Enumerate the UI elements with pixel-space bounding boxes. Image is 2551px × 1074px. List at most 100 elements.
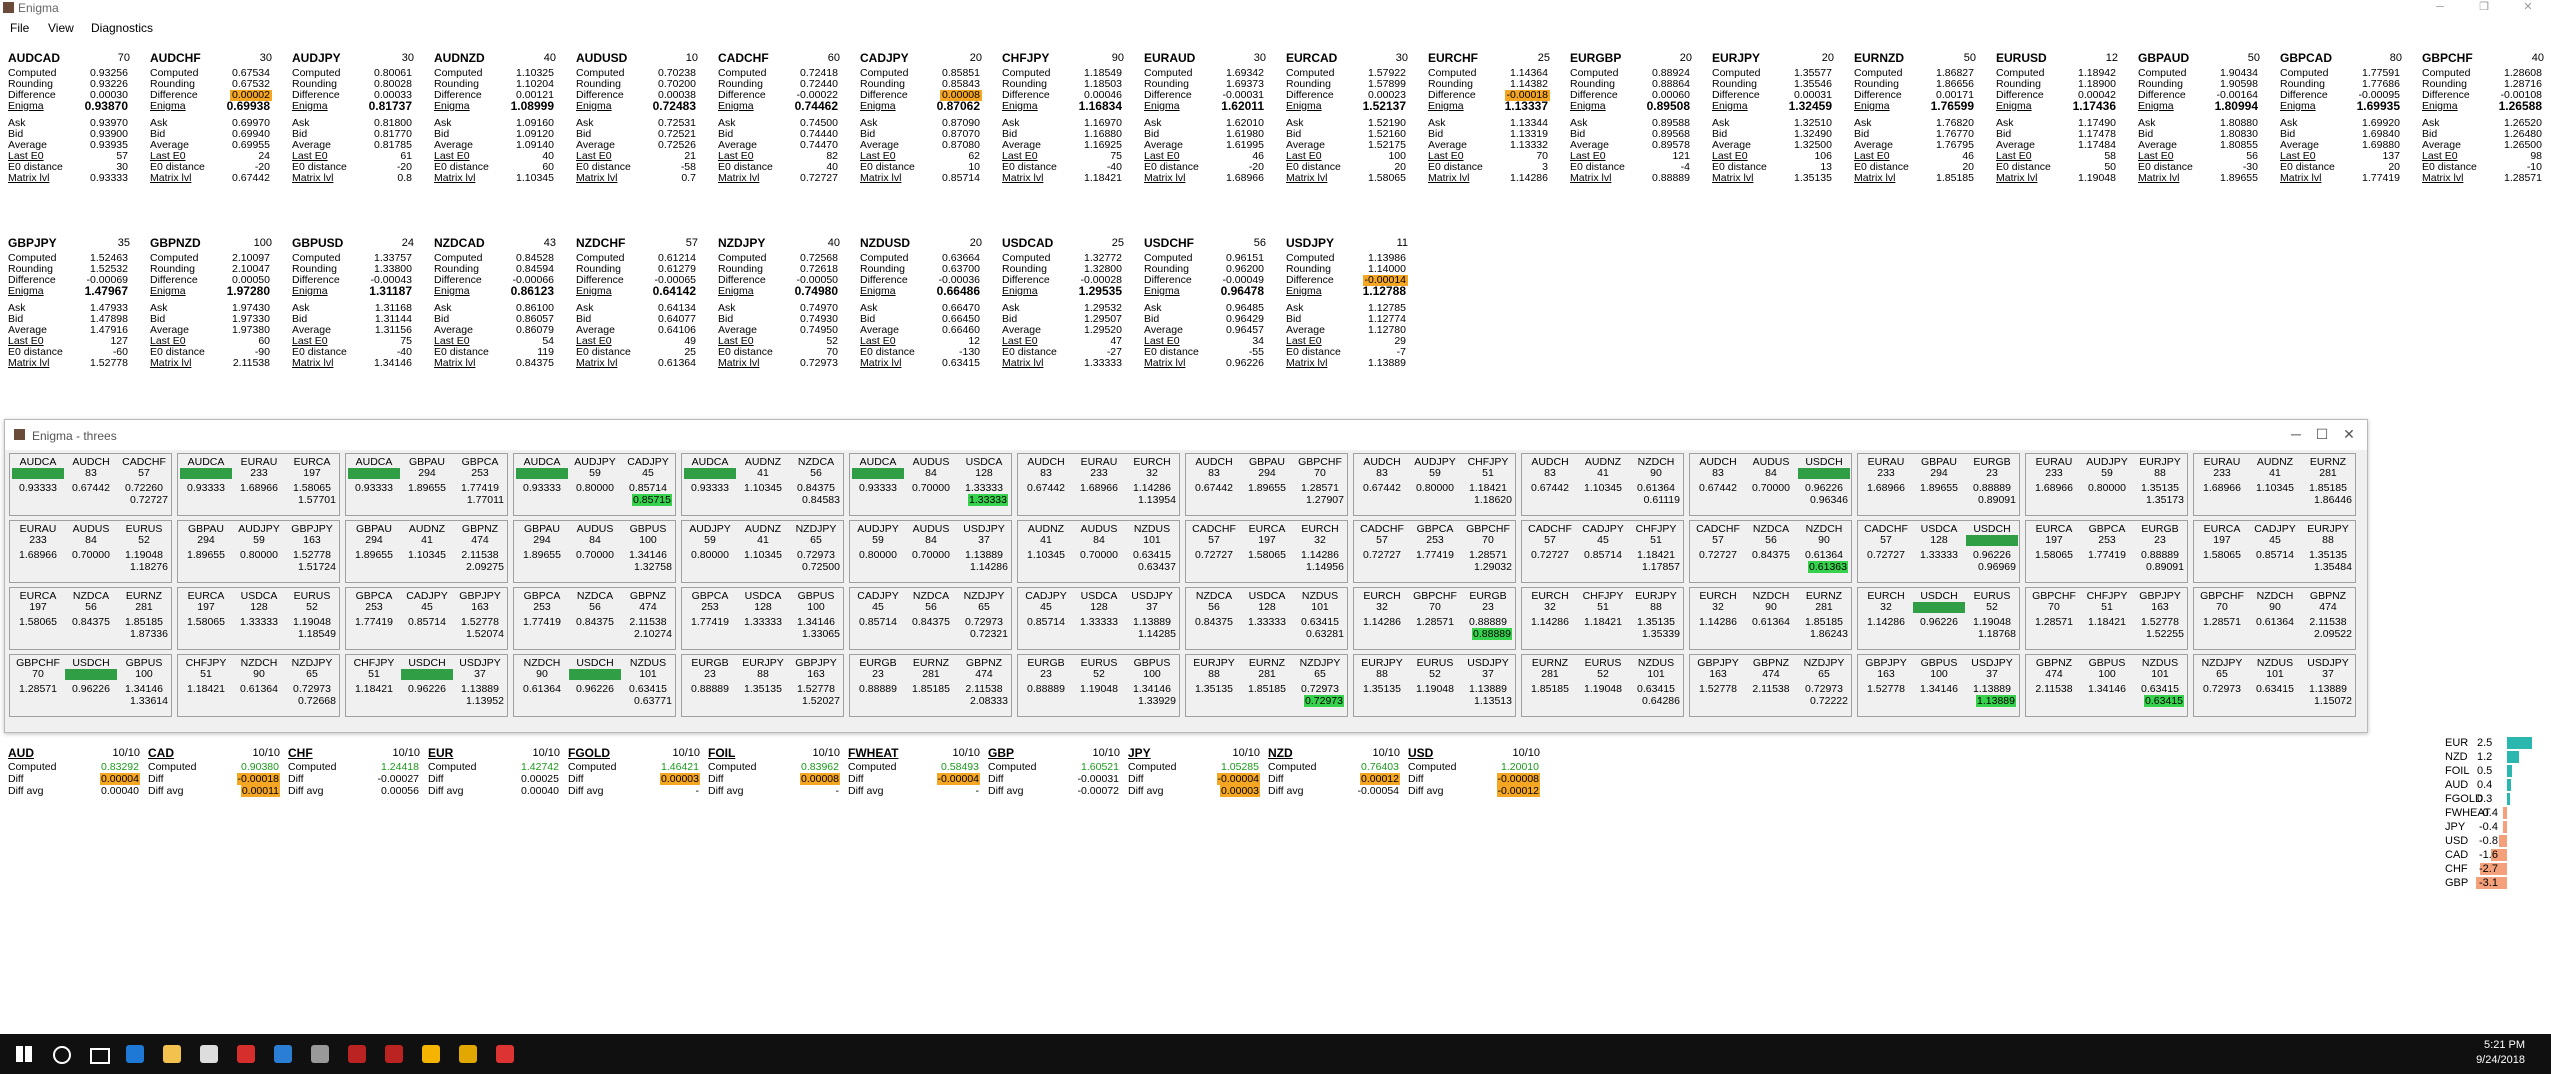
close-icon[interactable]: ✕ [2506, 0, 2550, 16]
label-matrix-lvl: Matrix lvl [1002, 172, 1044, 184]
minimize-icon[interactable]: ─ [2418, 0, 2462, 16]
currency-symbol[interactable]: AUD [8, 747, 34, 759]
triangle-pair-value: 1.35135 [2309, 549, 2347, 561]
explorer-icon[interactable] [160, 1042, 184, 1066]
pair-symbol: AUDNZD [434, 51, 485, 65]
app-red-icon[interactable] [234, 1042, 258, 1066]
app-red2-icon[interactable] [493, 1042, 517, 1066]
app-grey-icon[interactable] [308, 1042, 332, 1066]
fx2-icon[interactable] [382, 1042, 406, 1066]
menu-diagnostics[interactable]: Diagnostics [91, 21, 153, 35]
currency-card-jpy: JPY 10/10 Computed 1.05285 Diff -0.00004 Diff … [1128, 747, 1264, 807]
fx-icon[interactable] [345, 1042, 369, 1066]
currency-symbol[interactable]: NZD [1268, 747, 1293, 759]
triangle-pair-value: 0.67442 [1027, 482, 1065, 494]
triangle-cell: AUDCA 0.93333 AUDCH 83 0.67442 CADCHF 57 0.7226… [9, 453, 172, 516]
search-circle-icon[interactable] [49, 1042, 73, 1066]
triangle-pair-value: 1.52778 [2141, 616, 2179, 628]
app-icon [3, 2, 14, 13]
currency-symbol[interactable]: GBP [988, 747, 1014, 759]
pair-card-gbpaud: GBPAUD 50 Computed 1.90434 Rounding 1.90598 Di… [2138, 52, 2266, 212]
row-matrix-lvl: Matrix lvl 1.13889 [1286, 358, 1414, 369]
browser-blue-icon[interactable] [271, 1042, 295, 1066]
triangle-pair-name: AUDCA [187, 456, 225, 468]
triangle-pair-value: 0.61364 [2256, 616, 2294, 628]
chrome-icon[interactable] [419, 1042, 443, 1066]
currency-symbol[interactable]: FWHEAT [848, 747, 898, 759]
row-computed: Computed 0.83292 [8, 761, 144, 773]
strength-value: -3.1 [2479, 877, 2498, 889]
triangle-cell: EURCA 197 1.58065 GBPCA 253 1.77419 EURGB 23 0.8… [2025, 520, 2188, 583]
menu-view[interactable]: View [48, 21, 74, 35]
currency-symbol[interactable]: FGOLD [568, 747, 610, 759]
triangle-pair-value: 1.52778 [1867, 683, 1905, 695]
maximize-icon[interactable]: ❐ [2462, 0, 2506, 16]
triangle-pair-count: 197 [303, 467, 321, 479]
currency-header: GBP 10/10 [988, 747, 1124, 761]
triangle-pair-value: 0.93333 [187, 482, 225, 494]
taskview-icon[interactable] [86, 1042, 110, 1066]
app-yellow-icon[interactable] [456, 1042, 480, 1066]
threes-window: Enigma - threes ─ ☐ ✕ AUDCA 0.93333 AUDCH 8… [4, 419, 2368, 733]
triangle-result: 1.33333 [968, 494, 1008, 506]
triangle-pair-value: 0.63415 [1301, 616, 1339, 628]
currency-symbol[interactable]: FOIL [708, 747, 735, 759]
label-computed: Computed [848, 761, 897, 773]
label-enigma: Enigma [434, 285, 470, 297]
triangle-cell: GBPCHF 70 1.28571 NZDCH 90 0.61364 GBPNZ 474 2.1… [2193, 587, 2356, 650]
currency-symbol[interactable]: JPY [1128, 747, 1151, 759]
triangle-pair-name: AUDCA [355, 456, 393, 468]
menu-file[interactable]: File [10, 21, 29, 35]
label-computed: Computed [8, 761, 57, 773]
triangle-cell: AUDNZ 41 1.10345 AUDUS 84 0.70000 NZDUS 101 0.63… [1017, 520, 1180, 583]
taskbar-clock[interactable]: 5:21 PM 9/24/2018 [2476, 1038, 2525, 1068]
row-diff: Diff 0.00008 [708, 773, 844, 785]
edge-icon[interactable] [123, 1042, 147, 1066]
windows-icon[interactable] [12, 1042, 36, 1066]
currency-symbol[interactable]: CHF [288, 747, 313, 759]
currency-symbol[interactable]: EUR [428, 747, 453, 759]
triangle-cell: EURGB 23 0.88889 EURUS 52 1.19048 GBPUS 100 1.34… [1017, 654, 1180, 717]
label-diff: Diff [568, 773, 584, 785]
pair-card-audjpy: AUDJPY 30 Computed 0.80061 Rounding 0.80028 Di… [292, 52, 420, 212]
row-diff-avg: Diff avg 0.00056 [288, 785, 424, 797]
triangle-cell: GBPAU 294 1.89655 AUDJPY 59 0.80000 GBPJPY 163 1… [177, 520, 340, 583]
triangle-result: 1.52255 [2146, 628, 2184, 640]
triangle-pair-count: 233 [1877, 467, 1895, 479]
triangle-pair-count: 57 [1376, 534, 1388, 546]
triangle-pair-count: 56 [810, 467, 822, 479]
currency-header: JPY 10/10 [1128, 747, 1264, 761]
triangle-pair-value: 0.85714 [1027, 616, 1065, 628]
value-computed: 1.60521 [1081, 761, 1119, 773]
triangle-pair-count: 37 [474, 668, 486, 680]
triangle-pair-count: 90 [1650, 467, 1662, 479]
value-computed: 1.46421 [661, 761, 699, 773]
triangle-pair-count: 83 [1040, 467, 1052, 479]
threes-close-icon[interactable]: ✕ [2339, 426, 2359, 444]
strength-label: CHF [2445, 863, 2468, 875]
threes-maximize-icon[interactable]: ☐ [2312, 426, 2332, 444]
triangle-pair-value: 0.93333 [691, 482, 729, 494]
triangle-result: 0.63415 [2144, 695, 2184, 707]
currency-card-eur: EUR 10/10 Computed 1.42742 Diff 0.00025 Diff a… [428, 747, 564, 807]
strength-row-gbp: GBP -3.1 [2445, 877, 2551, 889]
mail-icon[interactable] [197, 1042, 221, 1066]
currency-symbol[interactable]: CAD [148, 747, 174, 759]
currency-header: EUR 10/10 [428, 747, 564, 761]
triangle-pair-name: USDCH [72, 657, 110, 669]
row-enigma: Enigma 0.89508 [1570, 100, 1698, 112]
currency-symbol[interactable]: USD [1408, 747, 1433, 759]
label-enigma: Enigma [1996, 100, 2032, 112]
value-diff-avg: - [695, 785, 700, 797]
value-enigma: 0.96478 [1220, 284, 1264, 298]
label-enigma: Enigma [860, 100, 896, 112]
row-matrix-lvl: Matrix lvl 1.68966 [1144, 173, 1272, 184]
triangle-pair-count: 84 [925, 467, 937, 479]
pair-card-nzdcad: NZDCAD 43 Computed 0.84528 Rounding 0.84594 Di… [434, 237, 562, 397]
triangle-result: 0.72222 [1810, 695, 1848, 707]
pair-count: 30 [1253, 52, 1266, 64]
triangle-pair-value: 0.67442 [1363, 482, 1401, 494]
threes-minimize-icon[interactable]: ─ [2286, 426, 2306, 444]
triangle-result: 1.18549 [298, 628, 336, 640]
triangle-pair-count: 37 [1482, 668, 1494, 680]
